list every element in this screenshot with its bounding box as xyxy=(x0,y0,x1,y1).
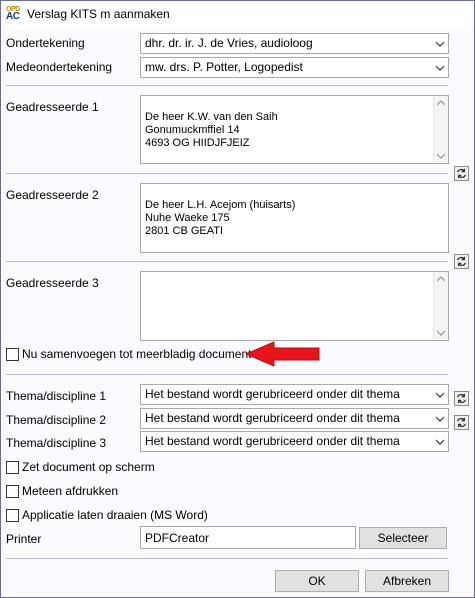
printer-value: PDFCreator xyxy=(145,531,210,545)
app-icon: OPD AC xyxy=(6,6,22,24)
dialog-window: OPD AC Verslag KITS m aanmaken Onderteke… xyxy=(0,0,475,598)
window-title: Verslag KITS m aanmaken xyxy=(27,7,170,21)
geadresseerde3-label: Geadresseerde 3 xyxy=(6,276,99,290)
selecteer-button-label: Selecteer xyxy=(377,531,429,545)
printer-label: Printer xyxy=(6,532,42,546)
chevron-down-icon xyxy=(436,41,444,47)
thema3-value: Het bestand wordt gerubriceerd onder dit… xyxy=(145,434,400,448)
ondertekening-select[interactable]: dhr. dr. ir. J. de Vries, audioloog xyxy=(140,33,449,54)
divider xyxy=(6,85,448,86)
red-arrow-icon xyxy=(244,341,320,367)
ondertekening-value: dhr. dr. ir. J. de Vries, audioloog xyxy=(145,36,313,50)
ok-button[interactable]: OK xyxy=(275,570,359,592)
applicatie-draaien-row[interactable]: Applicatie laten draaien (MS Word) xyxy=(6,508,226,524)
chevron-down-icon xyxy=(436,439,444,445)
applicatie-draaien-checkbox[interactable] xyxy=(6,509,19,522)
afbreken-button[interactable]: Afbreken xyxy=(365,570,449,592)
divider xyxy=(6,261,448,262)
zet-op-scherm-row[interactable]: Zet document op scherm xyxy=(6,460,206,476)
chevron-down-icon xyxy=(436,392,444,398)
geadresseerde3-textarea[interactable] xyxy=(140,271,449,341)
meteen-afdrukken-checkbox[interactable] xyxy=(6,485,19,498)
refresh-icon xyxy=(456,393,467,404)
refresh-icon xyxy=(456,417,467,428)
geadresseerde1-refresh-button[interactable] xyxy=(454,166,469,181)
scroll-up-icon[interactable] xyxy=(437,276,445,282)
app-icon-bottom: AC xyxy=(6,11,20,22)
geadresseerde2-value: De heer L.H. Acejom (huisarts) Nuhe Waek… xyxy=(145,199,296,237)
ok-button-label: OK xyxy=(308,574,326,588)
geadresseerde1-textarea[interactable]: De heer K.W. van den Saih Gonumuckmffiel… xyxy=(140,95,449,164)
medeondertekening-value: mw. drs. P. Potter, Logopedist xyxy=(145,60,303,74)
zet-op-scherm-label: Zet document op scherm xyxy=(22,460,155,474)
samenvoegen-label: Nu samenvoegen tot meerbladig document xyxy=(22,347,252,361)
thema3-label: Thema/discipline 3 xyxy=(6,436,107,450)
scroll-down-icon[interactable] xyxy=(437,153,445,159)
chevron-down-icon xyxy=(436,416,444,422)
geadresseerde2-textarea[interactable]: De heer L.H. Acejom (huisarts) Nuhe Waek… xyxy=(140,183,449,253)
geadresseerde1-scrollbar[interactable] xyxy=(433,96,448,163)
thema2-label: Thema/discipline 2 xyxy=(6,413,107,427)
thema2-value: Het bestand wordt gerubriceerd onder dit… xyxy=(145,411,400,425)
medeondertekening-select[interactable]: mw. drs. P. Potter, Logopedist xyxy=(140,57,449,78)
scroll-down-icon[interactable] xyxy=(437,330,445,336)
geadresseerde1-label: Geadresseerde 1 xyxy=(6,100,99,114)
title-bar: OPD AC Verslag KITS m aanmaken xyxy=(1,1,474,29)
divider xyxy=(6,173,448,174)
thema1-refresh-button[interactable] xyxy=(454,391,469,406)
thema1-value: Het bestand wordt gerubriceerd onder dit… xyxy=(145,387,400,401)
divider xyxy=(6,374,448,375)
geadresseerde2-label: Geadresseerde 2 xyxy=(6,188,99,202)
chevron-down-icon xyxy=(436,65,444,71)
afbreken-button-label: Afbreken xyxy=(382,574,432,588)
meteen-afdrukken-row[interactable]: Meteen afdrukken xyxy=(6,484,206,500)
refresh-icon xyxy=(456,256,467,267)
thema1-label: Thema/discipline 1 xyxy=(6,389,107,403)
meteen-afdrukken-label: Meteen afdrukken xyxy=(22,484,119,498)
samenvoegen-checkbox-row[interactable]: Nu samenvoegen tot meerbladig document xyxy=(6,347,251,363)
selecteer-button[interactable]: Selecteer xyxy=(359,527,447,549)
thema2-refresh-button[interactable] xyxy=(454,415,469,430)
zet-op-scherm-checkbox[interactable] xyxy=(6,461,19,474)
applicatie-draaien-label: Applicatie laten draaien (MS Word) xyxy=(22,508,208,522)
thema2-select[interactable]: Het bestand wordt gerubriceerd onder dit… xyxy=(140,408,449,429)
thema3-select[interactable]: Het bestand wordt gerubriceerd onder dit… xyxy=(140,431,449,452)
geadresseerde2-refresh-button[interactable] xyxy=(454,254,469,269)
thema1-select[interactable]: Het bestand wordt gerubriceerd onder dit… xyxy=(140,384,449,405)
geadresseerde1-value: De heer K.W. van den Saih Gonumuckmffiel… xyxy=(145,111,278,149)
divider xyxy=(6,558,448,559)
refresh-icon xyxy=(456,168,467,179)
samenvoegen-checkbox[interactable] xyxy=(6,348,19,361)
medeondertekening-label: Medeondertekening xyxy=(6,60,113,74)
printer-input[interactable]: PDFCreator xyxy=(140,526,356,549)
scroll-up-icon[interactable] xyxy=(437,100,445,106)
geadresseerde3-scrollbar[interactable] xyxy=(433,272,448,340)
ondertekening-label: Ondertekening xyxy=(6,36,85,50)
